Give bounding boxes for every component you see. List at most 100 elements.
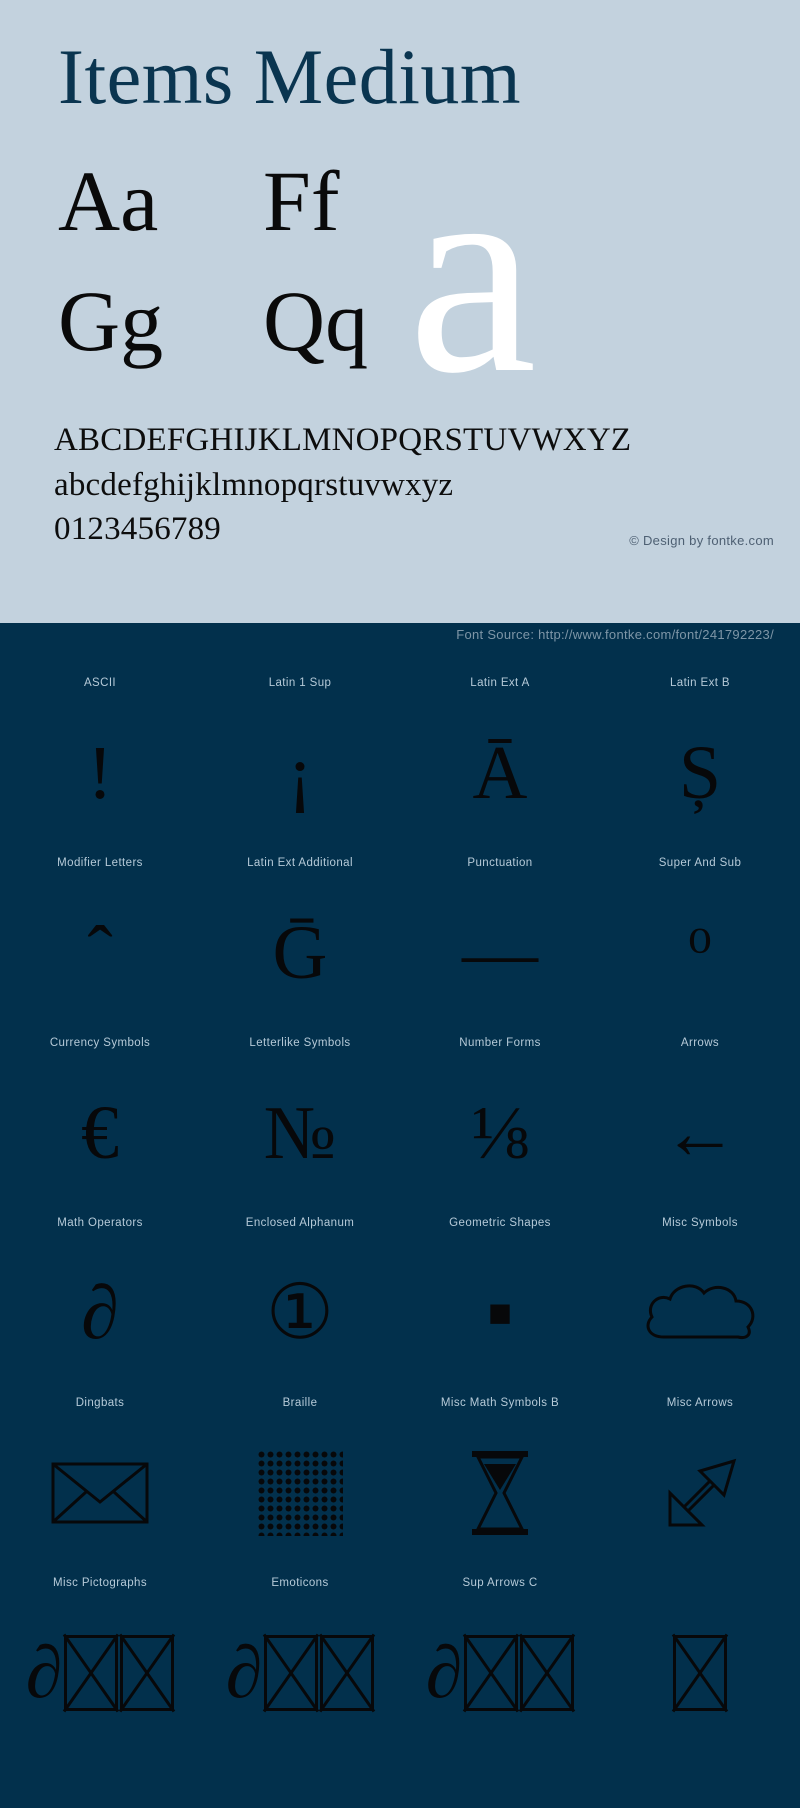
unicode-block-glyph: Ā <box>472 731 528 815</box>
unicode-block-glyph <box>600 1233 800 1393</box>
unicode-block-row: Math Operators ∂ Enclosed Alphanum ① Geometr… <box>0 1213 800 1393</box>
unicode-block-label: ASCII <box>83 677 117 689</box>
missing-glyph-box <box>120 1635 175 1711</box>
unicode-block-glyph: ∂ <box>400 1593 600 1753</box>
unicode-block-latin-ext-b[interactable]: Latin Ext B Ș <box>600 673 800 853</box>
alphabet-uppercase: ABCDEFGHIJKLMNOPQRSTUVWXYZ <box>54 422 632 458</box>
unicode-block-latin-1-sup[interactable]: Latin 1 Sup ¡ <box>200 673 400 853</box>
missing-glyph-group: ∂ <box>226 1635 375 1711</box>
unicode-block-glyph: ■ <box>487 1290 513 1335</box>
unicode-block-dingbats[interactable]: Dingbats <box>0 1393 200 1573</box>
missing-glyph-group: ∂ <box>426 1635 575 1711</box>
unicode-block-sup-arrows-c[interactable]: Sup Arrows C ∂ <box>400 1573 600 1753</box>
unicode-block-currency-symbols[interactable]: Currency Symbols € <box>0 1033 200 1213</box>
unicode-block-punctuation[interactable]: Punctuation — <box>400 853 600 1033</box>
unicode-block-row: Misc Pictographs ∂ Emoticons ∂ Sup Arrow… <box>0 1573 800 1753</box>
missing-glyph-box <box>464 1635 519 1711</box>
unicode-block-label: Latin Ext B <box>669 677 730 689</box>
unicode-block-glyph: Ș <box>678 731 722 815</box>
unicode-block-glyph: ! <box>87 731 113 815</box>
unicode-block-row: Modifier Letters ˆ Latin Ext Additional Ḡ Pu… <box>0 853 800 1033</box>
unicode-block-label: Misc Symbols <box>662 1217 738 1229</box>
partial-glyph: ∂ <box>425 1632 463 1714</box>
unicode-block-latin-ext-additional[interactable]: Latin Ext Additional Ḡ <box>200 853 400 1033</box>
unicode-block-label: Number Forms <box>459 1037 541 1049</box>
font-title: Items Medium <box>58 33 522 120</box>
unicode-block-arrows[interactable]: Arrows ← <box>600 1033 800 1213</box>
unicode-block-misc-symbols[interactable]: Misc Symbols <box>600 1213 800 1393</box>
unicode-block-glyph: ∂ <box>0 1593 200 1753</box>
letter-pair-aa: Aa <box>58 153 159 249</box>
unicode-block-label: Letterlike Symbols <box>249 1037 351 1049</box>
unicode-block-label: Emoticons <box>271 1577 329 1589</box>
missing-glyph-box <box>673 1635 727 1711</box>
unicode-block-label: Geometric Shapes <box>449 1217 551 1229</box>
unicode-block-enclosed-alphanum[interactable]: Enclosed Alphanum ① <box>200 1213 400 1393</box>
unicode-block-glyph: ⅛ <box>471 1091 529 1175</box>
unicode-block-label: Latin Ext Additional <box>247 857 353 869</box>
unicode-block-label: Braille <box>282 1397 318 1409</box>
unicode-block-label: Misc Math Symbols B <box>440 1397 560 1409</box>
font-source-link[interactable]: Font Source: http://www.fontke.com/font/… <box>456 627 774 642</box>
unicode-block-latin-ext-a[interactable]: Latin Ext A Ā <box>400 673 600 853</box>
unicode-block-glyph: ¡ <box>287 731 313 815</box>
unicode-block-braille[interactable]: Braille <box>200 1393 400 1573</box>
unicode-block-glyph: — <box>462 911 538 995</box>
unicode-block-row: Dingbats Braille Misc Math Symbols B Mis… <box>0 1393 800 1573</box>
missing-glyph-group: ∂ <box>26 1635 175 1711</box>
letter-pair-gg: Gg <box>58 273 164 369</box>
copyright-notice: © Design by fontke.com <box>629 533 774 548</box>
unicode-block-label: Sup Arrows C <box>462 1577 538 1589</box>
unicode-block-misc-math-symbols-b[interactable]: Misc Math Symbols B <box>400 1393 600 1573</box>
unicode-block-label: Latin 1 Sup <box>268 677 332 689</box>
unicode-block-misc-arrows[interactable]: Misc Arrows <box>600 1393 800 1573</box>
letter-pair-ff: Ff <box>263 153 340 249</box>
unicode-block-glyph <box>0 1413 200 1573</box>
unicode-block-label: Super And Sub <box>658 857 742 869</box>
unicode-block-glyph: ∂ <box>81 1271 119 1355</box>
font-source-bar: Font Source: http://www.fontke.com/font/… <box>0 623 800 663</box>
alphabet-block: ABCDEFGHIJKLMNOPQRSTUVWXYZ abcdefghijklm… <box>54 418 774 552</box>
missing-glyph-box <box>520 1635 575 1711</box>
unicode-block-glyph: Ḡ <box>272 911 328 995</box>
specimen-preview-panel: Items Medium Aa Ff Gg Qq a ABCDEFGHIJKLM… <box>0 0 800 623</box>
unicode-block-label: Arrows <box>680 1037 720 1049</box>
unicode-block-misc-pictographs[interactable]: Misc Pictographs ∂ <box>0 1573 200 1753</box>
unicode-block-label: Dingbats <box>75 1397 125 1409</box>
unicode-block-label: Modifier Letters <box>57 857 143 869</box>
unicode-block-label: Misc Arrows <box>666 1397 734 1409</box>
unicode-block-label: Latin Ext A <box>470 677 530 689</box>
unicode-block-glyph: ① <box>265 1271 335 1355</box>
unicode-block-letterlike-symbols[interactable]: Letterlike Symbols № <box>200 1033 400 1213</box>
unicode-block-ascii[interactable]: ASCII! <box>0 673 200 853</box>
unicode-block-glyph: ← <box>662 1091 738 1175</box>
unicode-block-glyph <box>400 1413 600 1573</box>
unicode-block-grid: ASCII! Latin 1 Sup ¡ Latin Ext A Ā Latin Ext … <box>0 663 800 1753</box>
missing-glyph-box <box>264 1635 319 1711</box>
unicode-block-modifier-letters[interactable]: Modifier Letters ˆ <box>0 853 200 1033</box>
unicode-block-glyph: ⁰ <box>688 920 712 985</box>
unicode-block-label: Punctuation <box>467 857 533 869</box>
unicode-block-glyph <box>600 1413 800 1573</box>
unicode-block-empty[interactable] <box>600 1573 800 1753</box>
partial-glyph: ∂ <box>25 1632 63 1714</box>
missing-glyph-box <box>320 1635 375 1711</box>
unicode-block-label: Math Operators <box>57 1217 143 1229</box>
unicode-block-number-forms[interactable]: Number Forms ⅛ <box>400 1033 600 1213</box>
unicode-block-math-operators[interactable]: Math Operators ∂ <box>0 1213 200 1393</box>
unicode-block-label: Currency Symbols <box>49 1037 151 1049</box>
unicode-block-glyph: € <box>81 1091 119 1175</box>
unicode-block-row: Currency Symbols € Letterlike Symbols № Numb… <box>0 1033 800 1213</box>
unicode-block-glyph: № <box>263 1091 337 1175</box>
unicode-block-glyph: ∂ <box>200 1593 400 1753</box>
partial-glyph: ∂ <box>225 1632 263 1714</box>
unicode-block-label: Misc Pictographs <box>53 1577 147 1589</box>
unicode-block-super-and-sub[interactable]: Super And Sub ⁰ <box>600 853 800 1033</box>
unicode-block-row: ASCII! Latin 1 Sup ¡ Latin Ext A Ā Latin Ext … <box>0 673 800 853</box>
unicode-block-glyph <box>600 1593 800 1753</box>
alphabet-lowercase: abcdefghijklmnopqrstuvwxyz <box>54 466 454 503</box>
unicode-block-geometric-shapes[interactable]: Geometric Shapes ■ <box>400 1213 600 1393</box>
unicode-block-glyph: ˆ <box>87 911 113 995</box>
unicode-block-emoticons[interactable]: Emoticons ∂ <box>200 1573 400 1753</box>
unicode-block-label: Enclosed Alphanum <box>245 1217 355 1229</box>
